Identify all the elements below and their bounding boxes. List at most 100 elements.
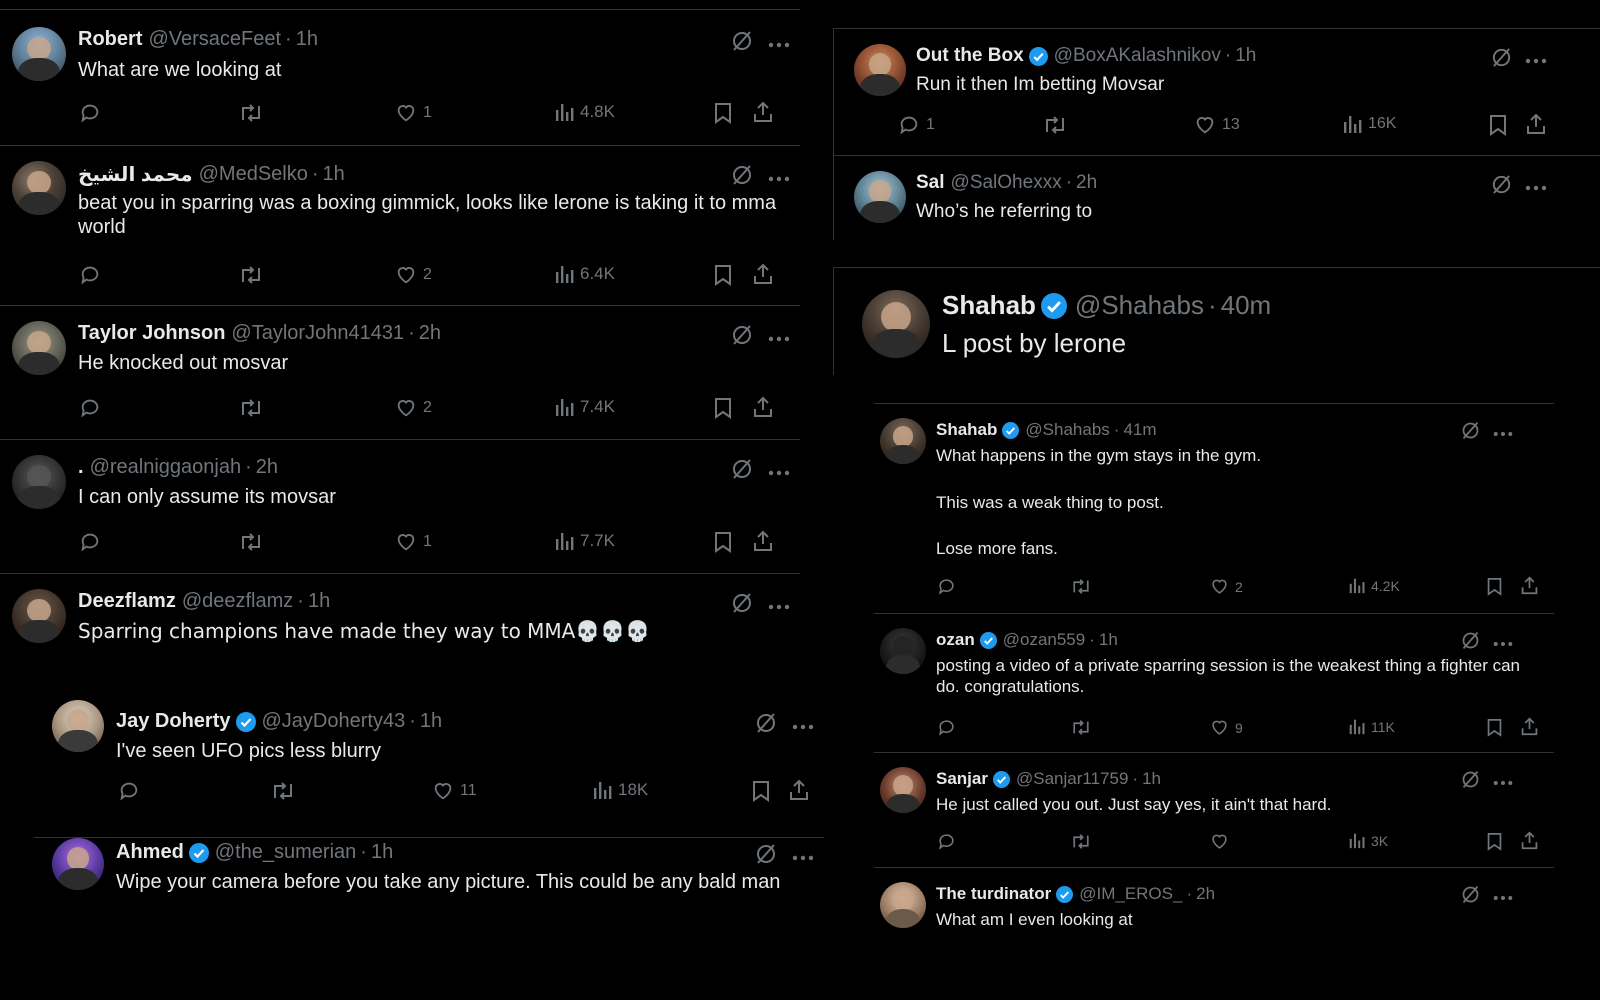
more-icon[interactable]: [1493, 888, 1513, 906]
tweet[interactable]: . @realniggaonjah · 2h I can only assume…: [0, 440, 800, 574]
grok-icon[interactable]: [1460, 420, 1481, 446]
more-icon[interactable]: [768, 35, 790, 53]
views-button[interactable]: 4.8K: [554, 102, 615, 122]
author-name[interactable]: The turdinator: [936, 884, 1051, 904]
views-button[interactable]: 7.4K: [554, 397, 615, 417]
reply-tweet[interactable]: Shahab @Shahabs · 41m What happens in th…: [874, 404, 1554, 614]
tweet[interactable]: محمد الشيخ @MedSelko · 1h beat you in sp…: [0, 146, 800, 306]
avatar[interactable]: [854, 44, 906, 96]
repost-button[interactable]: [238, 264, 264, 286]
grok-icon[interactable]: [1460, 884, 1481, 910]
author-name[interactable]: Deezflamz: [78, 590, 176, 613]
avatar[interactable]: [880, 767, 926, 813]
views-button[interactable]: 3K: [1348, 832, 1388, 849]
repost-button[interactable]: [238, 102, 264, 124]
share-button[interactable]: [752, 101, 774, 123]
author-name[interactable]: .: [78, 456, 84, 479]
author-handle[interactable]: @realniggaonjah: [90, 456, 242, 479]
grok-icon[interactable]: [730, 323, 754, 352]
author-handle[interactable]: @ozan559: [1003, 630, 1086, 650]
views-button[interactable]: 6.4K: [554, 264, 615, 284]
grok-icon[interactable]: [754, 711, 778, 740]
reply-button[interactable]: [937, 577, 956, 596]
reply-button[interactable]: [79, 531, 101, 553]
tweet[interactable]: Taylor Johnson @TaylorJohn41431 · 2h He …: [0, 306, 800, 440]
avatar[interactable]: [862, 290, 930, 358]
tweet[interactable]: Robert @VersaceFeet · 1h What are we loo…: [0, 10, 800, 146]
grok-icon[interactable]: [730, 163, 754, 192]
reply-button[interactable]: [79, 264, 101, 286]
more-icon[interactable]: [768, 597, 790, 615]
tweet[interactable]: Out the Box @BoxAKalashnikov · 1h Run it…: [834, 29, 1600, 155]
views-button[interactable]: 7.7K: [554, 531, 615, 551]
tweet-time[interactable]: 2h: [419, 322, 441, 345]
tweet[interactable]: Sal @SalOhexxx · 2h Who’s he referring t…: [834, 156, 1600, 240]
author-name[interactable]: Sanjar: [936, 769, 988, 789]
author-handle[interactable]: @MedSelko: [199, 163, 308, 186]
author-handle[interactable]: @the_sumerian: [215, 841, 356, 864]
grok-icon[interactable]: [1460, 769, 1481, 795]
author-handle[interactable]: @IM_EROS_: [1079, 884, 1182, 904]
share-button[interactable]: [1520, 831, 1539, 850]
repost-button[interactable]: [1070, 577, 1092, 596]
like-button[interactable]: 9: [1210, 718, 1243, 737]
avatar[interactable]: [52, 838, 104, 890]
repost-button[interactable]: [238, 397, 264, 419]
reply-tweet[interactable]: The turdinator @IM_EROS_ · 2h What am I …: [874, 868, 1554, 948]
avatar[interactable]: [12, 589, 66, 643]
avatar[interactable]: [880, 882, 926, 928]
repost-button[interactable]: [1042, 114, 1068, 136]
author-handle[interactable]: @Shahabs: [1025, 420, 1109, 440]
tweet-time[interactable]: 1h: [296, 28, 318, 51]
reply-button[interactable]: [79, 102, 101, 124]
like-button[interactable]: [1210, 832, 1235, 851]
reply-tweet[interactable]: ozan @ozan559 · 1h posting a video of a …: [874, 614, 1554, 752]
bookmark-button[interactable]: [751, 780, 771, 802]
author-handle[interactable]: @VersaceFeet: [148, 28, 281, 51]
reply-tweet[interactable]: Sanjar @Sanjar11759 · 1h He just called …: [874, 753, 1554, 867]
grok-icon[interactable]: [730, 29, 754, 58]
views-button[interactable]: 18K: [592, 780, 648, 800]
repost-button[interactable]: [1070, 832, 1092, 851]
avatar[interactable]: [12, 161, 66, 215]
bookmark-button[interactable]: [1486, 577, 1503, 596]
nested-tweet[interactable]: Jay Doherty @JayDoherty43 · 1h I've seen…: [34, 700, 824, 836]
grok-icon[interactable]: [754, 842, 778, 871]
avatar[interactable]: [12, 321, 66, 375]
repost-button[interactable]: [238, 531, 264, 553]
tweet-time[interactable]: 1h: [308, 590, 330, 613]
avatar[interactable]: [854, 171, 906, 223]
tweet-time[interactable]: 40m: [1221, 290, 1272, 321]
more-icon[interactable]: [1525, 178, 1547, 196]
author-handle[interactable]: @Sanjar11759: [1016, 769, 1128, 789]
avatar[interactable]: [12, 455, 66, 509]
nested-tweet[interactable]: Ahmed @the_sumerian · 1h Wipe your camer…: [34, 838, 824, 918]
reply-button[interactable]: [937, 832, 956, 851]
like-button[interactable]: 1: [395, 531, 432, 553]
repost-button[interactable]: [1070, 718, 1092, 737]
bookmark-button[interactable]: [713, 531, 733, 553]
share-button[interactable]: [752, 396, 774, 418]
tweet-time[interactable]: 41m: [1123, 420, 1156, 440]
more-icon[interactable]: [768, 463, 790, 481]
bookmark-button[interactable]: [1488, 114, 1508, 136]
avatar[interactable]: [880, 628, 926, 674]
author-handle[interactable]: @SalOhexxx: [951, 172, 1062, 194]
avatar[interactable]: [52, 700, 104, 752]
tweet[interactable]: Deezflamz @deezflamz · 1h Sparring champ…: [0, 574, 800, 674]
grok-icon[interactable]: [1490, 173, 1513, 201]
author-name[interactable]: Robert: [78, 28, 142, 51]
grok-icon[interactable]: [1460, 630, 1481, 656]
tweet-time[interactable]: 1h: [420, 710, 442, 733]
more-icon[interactable]: [1525, 51, 1547, 69]
like-button[interactable]: 13: [1194, 114, 1240, 136]
like-button[interactable]: 2: [395, 264, 432, 286]
reply-button[interactable]: 1: [898, 114, 935, 136]
author-name[interactable]: محمد الشيخ: [78, 162, 193, 187]
author-name[interactable]: Shahab: [942, 290, 1036, 321]
more-icon[interactable]: [1493, 634, 1513, 652]
repost-button[interactable]: [270, 780, 296, 802]
author-name[interactable]: Taylor Johnson: [78, 322, 225, 345]
bookmark-button[interactable]: [1486, 718, 1503, 737]
views-button[interactable]: 16K: [1342, 114, 1396, 134]
